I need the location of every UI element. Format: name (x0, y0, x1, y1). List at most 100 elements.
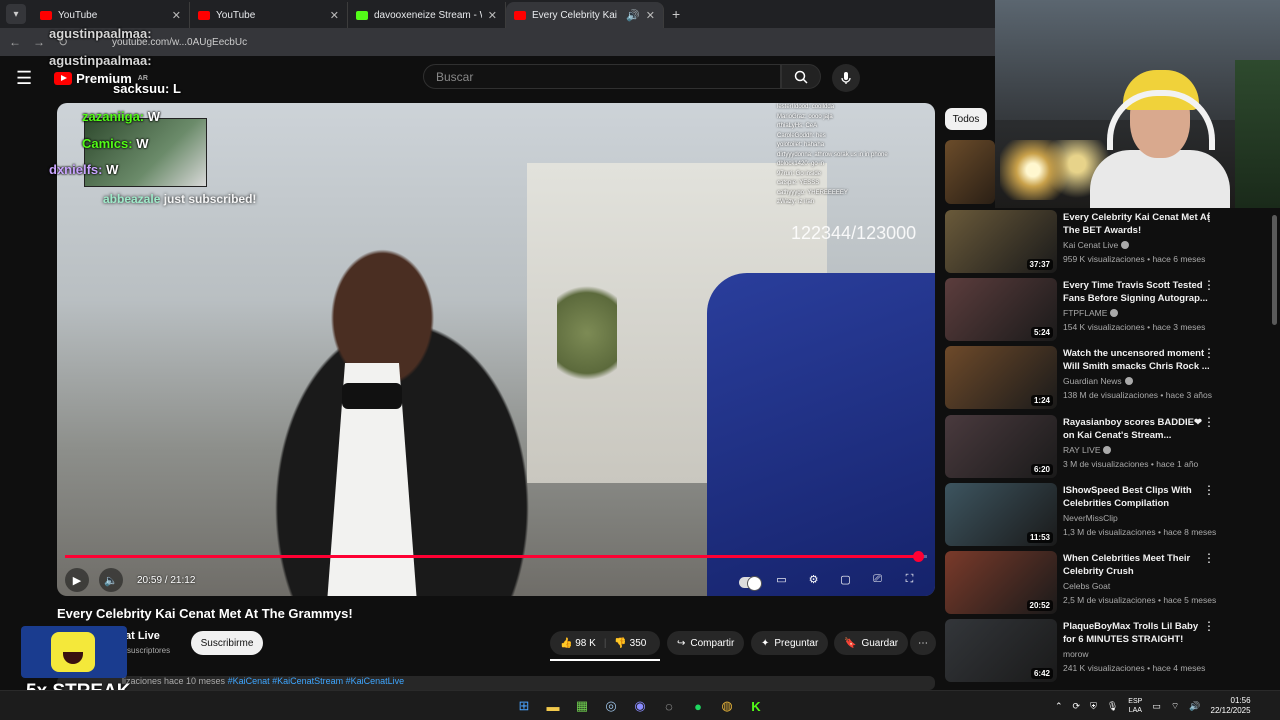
volume-tray-icon[interactable]: 🔊 (1189, 701, 1200, 712)
like-button[interactable]: 👍 98 K (560, 638, 596, 649)
recommended-video-card[interactable]: 6:20 Rayasianboy scores BADDIE❤ on Kai Ce… (945, 414, 1270, 479)
more-options-icon[interactable]: ⋮ (1203, 619, 1215, 633)
channel-name[interactable]: at Live (125, 630, 160, 642)
discord-icon[interactable]: ◉ (628, 694, 652, 718)
tab-close-icon[interactable]: ✕ (646, 9, 655, 22)
verified-icon (1103, 445, 1112, 454)
lang-layout: LAA (1128, 707, 1142, 714)
shield-icon[interactable]: ⛨ (1090, 701, 1097, 712)
chrome-icon[interactable]: ◍ (715, 694, 739, 718)
sidebar-scrollbar[interactable] (1272, 215, 1277, 325)
obs-icon[interactable]: ◌ (657, 694, 681, 718)
recommended-video-card[interactable]: 11:53 IShowSpeed Best Clips With Celebrit… (945, 482, 1270, 547)
overlay-chat-line: CaroleGoddh: hes (777, 132, 826, 139)
subtitles-icon[interactable]: ▭ (770, 568, 793, 591)
cast-icon[interactable]: ⎚ (866, 568, 889, 591)
play-button[interactable]: ▶ (65, 568, 89, 592)
minecraft-icon[interactable]: ▦ (570, 694, 594, 718)
more-options-icon[interactable]: ⋮ (1203, 278, 1215, 292)
search-button[interactable] (781, 64, 821, 89)
sub-goal-counter: 122344/123000 (791, 223, 917, 243)
card-views: 241 K visualizaciones (1063, 663, 1145, 674)
overlay-chat-line: cathyyygo: YHEREEEEEY (777, 189, 848, 196)
voice-search-button[interactable] (832, 64, 860, 92)
video-thumbnail: 6:42 (945, 619, 1057, 683)
autoplay-toggle[interactable] (738, 568, 762, 591)
language-indicator[interactable]: ESP LAA (1128, 697, 1142, 715)
tab-title: YouTube (216, 9, 256, 21)
back-icon[interactable]: ← (6, 35, 24, 49)
file-explorer-icon[interactable]: ▬ (541, 694, 565, 718)
subscriber-count: suscriptores (127, 646, 171, 655)
sync-icon[interactable]: ⟳ (1073, 701, 1081, 712)
more-options-icon[interactable]: ⋮ (1203, 346, 1215, 360)
speaker-icon[interactable]: 🔊 (626, 9, 640, 22)
card-age: hace 5 meses (1163, 595, 1217, 605)
progress-bar[interactable] (65, 551, 927, 562)
windows-taskbar: ⊞ ▬ ▦ ◎ ◉ ◌ ● ◍ K ⌃ ⟳ ⛨ 🎙 ESP LAA ▭ ⌔ 🔊 0… (0, 690, 1280, 720)
card-channel: FTPFLAME (1063, 308, 1119, 318)
more-options-icon[interactable]: ⋮ (1203, 483, 1215, 497)
video-player[interactable]: abbeazale just subscribed! lesterIIdood:… (57, 103, 935, 596)
recommended-video-card[interactable]: 20:52 When Celebrities Meet Their Celebri… (945, 551, 1270, 615)
search-input[interactable]: Buscar (423, 64, 781, 89)
dislike-button[interactable]: 👎 350 (614, 638, 646, 649)
chat-username: dxnielfs: (49, 162, 103, 177)
share-button[interactable]: ↪ Compartir (667, 631, 745, 655)
volume-icon[interactable]: 🔈 (99, 568, 123, 592)
more-options-icon[interactable]: ⋮ (1203, 551, 1215, 565)
verified-icon (1110, 309, 1119, 318)
monitor-icon[interactable]: ▭ (1152, 701, 1161, 712)
ask-button[interactable]: ✦ Preguntar (751, 631, 829, 655)
stream-chat-overlay: lesterIIdood: coolldda MarioGraz: oooo ja… (777, 103, 927, 223)
overlay-chat-line: zWazy: iz iran (777, 199, 815, 205)
duration-badge: 6:20 (1030, 463, 1053, 475)
chat-username: sacksuu: (113, 81, 170, 96)
microphone-icon[interactable]: 🎙 (1107, 701, 1118, 712)
fullscreen-icon[interactable]: ⛶ (898, 568, 921, 591)
wifi-icon[interactable]: ⌔ (1171, 701, 1179, 712)
browser-tab-4-active[interactable]: Every Celebrity Kai Cenat M 🔊 ✕ (506, 2, 664, 28)
tab-close-icon[interactable]: ✕ (172, 9, 181, 22)
chat-message: agustinpaalmaa: (49, 53, 152, 68)
description-box[interactable]: lizaciones hace 10 meses #KaiCenat #KaiC… (57, 676, 935, 690)
card-channel-name: Kai Cenat Live (1063, 240, 1119, 250)
chat-username: zazaniiga: (82, 109, 145, 124)
settings-gear-icon[interactable]: ⚙ (802, 568, 825, 591)
filter-chip-all[interactable]: Todos (945, 108, 987, 130)
more-actions-button[interactable]: ⋯ (910, 631, 936, 655)
browser-tab-1[interactable]: YouTube ✕ (32, 2, 190, 28)
more-options-icon[interactable]: ⋮ (1203, 210, 1215, 224)
tab-search-button[interactable]: ▾ (6, 4, 26, 24)
meta-separator: • (1157, 390, 1166, 401)
subscribe-button[interactable]: Suscribirme (191, 631, 263, 655)
windows-start-icon[interactable]: ⊞ (512, 694, 536, 718)
save-button[interactable]: 🔖 Guardar (834, 631, 909, 655)
recommended-video-card[interactable]: 6:42 PlaqueBoyMax Trolls Lil Baby for 6 M… (945, 619, 1270, 683)
tab-close-icon[interactable]: ✕ (488, 9, 497, 22)
browser-tab-3[interactable]: davooxeneize Stream - Watch L ✕ (348, 2, 506, 28)
more-options-icon[interactable]: ⋮ (1203, 415, 1215, 429)
spotify-icon[interactable]: ● (686, 694, 710, 718)
clock-time: 01:56 (1230, 696, 1251, 705)
clock[interactable]: 01:56 22/12/2025 (1211, 696, 1251, 716)
steam-icon[interactable]: ◎ (599, 694, 623, 718)
recommended-video-card[interactable]: 5:24 Every Time Travis Scott Tested Fans … (945, 278, 1270, 342)
new-tab-button[interactable]: + (672, 6, 680, 22)
recommended-video-card[interactable]: 1:24 Watch the uncensored moment Will Smi… (945, 346, 1270, 410)
menu-icon[interactable]: ☰ (16, 68, 32, 89)
kick-icon[interactable]: K (744, 694, 768, 718)
video-thumbnail: 37:37 (945, 210, 1057, 273)
tab-close-icon[interactable]: ✕ (330, 9, 339, 22)
scrubber-handle[interactable] (913, 551, 925, 562)
subscribed-user: abbeazale (103, 192, 161, 206)
theater-mode-icon[interactable]: ▢ (834, 568, 857, 591)
desc-tags[interactable]: #KaiCenat #KaiCenatStream #KaiCenatLive (228, 676, 405, 686)
forward-icon[interactable]: → (30, 35, 48, 49)
progress-fill (65, 555, 919, 558)
recommended-video-card[interactable]: 37:37 Every Celebrity Kai Cenat Met At Th… (945, 210, 1270, 274)
video-thumbnail: 6:20 (945, 414, 1057, 478)
chevron-up-icon[interactable]: ⌃ (1055, 701, 1063, 712)
card-channel: RAY LIVE (1063, 445, 1112, 455)
browser-tab-2[interactable]: YouTube ✕ (190, 2, 348, 28)
